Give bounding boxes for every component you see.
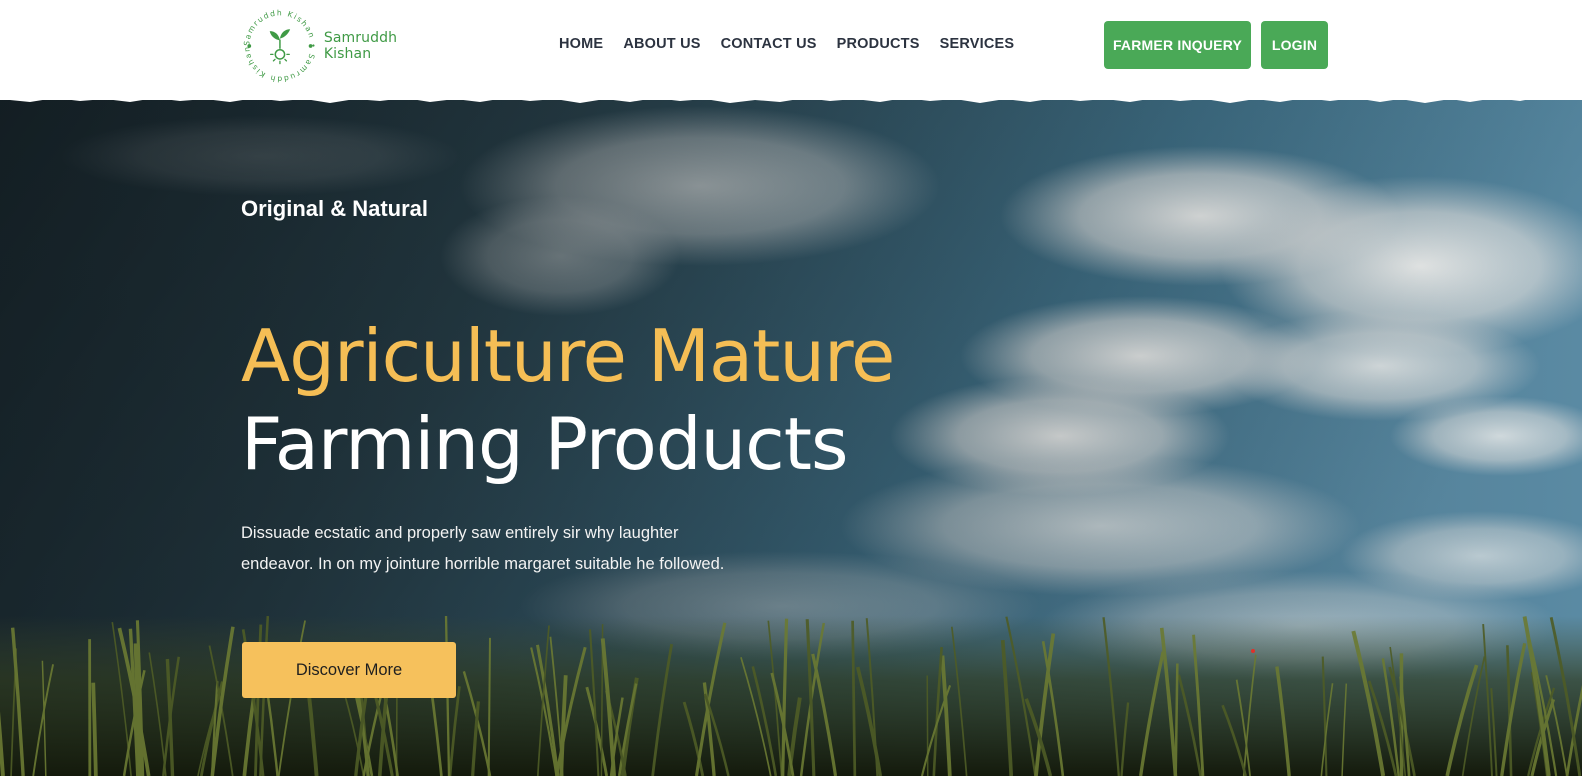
main-nav: HOME ABOUT US CONTACT US PRODUCTS SERVIC… xyxy=(559,36,1014,52)
nav-home[interactable]: HOME xyxy=(559,36,603,52)
login-button[interactable]: LOGIN xyxy=(1261,21,1328,69)
hero-headline-line1: Agriculture Mature xyxy=(241,314,895,398)
brand-logo[interactable]: Samruddh Kishan • Samruddh Kishan • Samr… xyxy=(240,3,440,89)
nav-services[interactable]: SERVICES xyxy=(940,36,1015,52)
corn-stalk xyxy=(487,637,491,776)
hero-headline: Agriculture Mature Farming Products xyxy=(241,312,895,488)
discover-more-button[interactable]: Discover More xyxy=(242,642,456,698)
nav-about-us[interactable]: ABOUT US xyxy=(623,36,700,52)
hero-headline-line2: Farming Products xyxy=(241,402,849,486)
corn-stalk xyxy=(1174,663,1179,776)
nav-products[interactable]: PRODUCTS xyxy=(837,36,920,52)
brand-name: Samruddh Kishan xyxy=(323,30,398,62)
farmer-inquiry-button[interactable]: FARMER INQUERY xyxy=(1104,21,1251,69)
hero-eyebrow: Original & Natural xyxy=(241,196,429,221)
site-header: Samruddh Kishan • Samruddh Kishan • Samr… xyxy=(0,0,1582,100)
nav-contact-us[interactable]: CONTACT US xyxy=(721,36,817,52)
svg-text:Samruddh Kishan • Samruddh Kis: Samruddh Kishan • Samruddh Kishan • xyxy=(240,3,318,84)
sprout-logo-icon: Samruddh Kishan • Samruddh Kishan • xyxy=(240,3,318,84)
corn-stalk xyxy=(926,675,929,776)
red-marker-dot xyxy=(1251,649,1255,653)
hero-description: Dissuade ecstatic and properly saw entir… xyxy=(241,524,725,573)
